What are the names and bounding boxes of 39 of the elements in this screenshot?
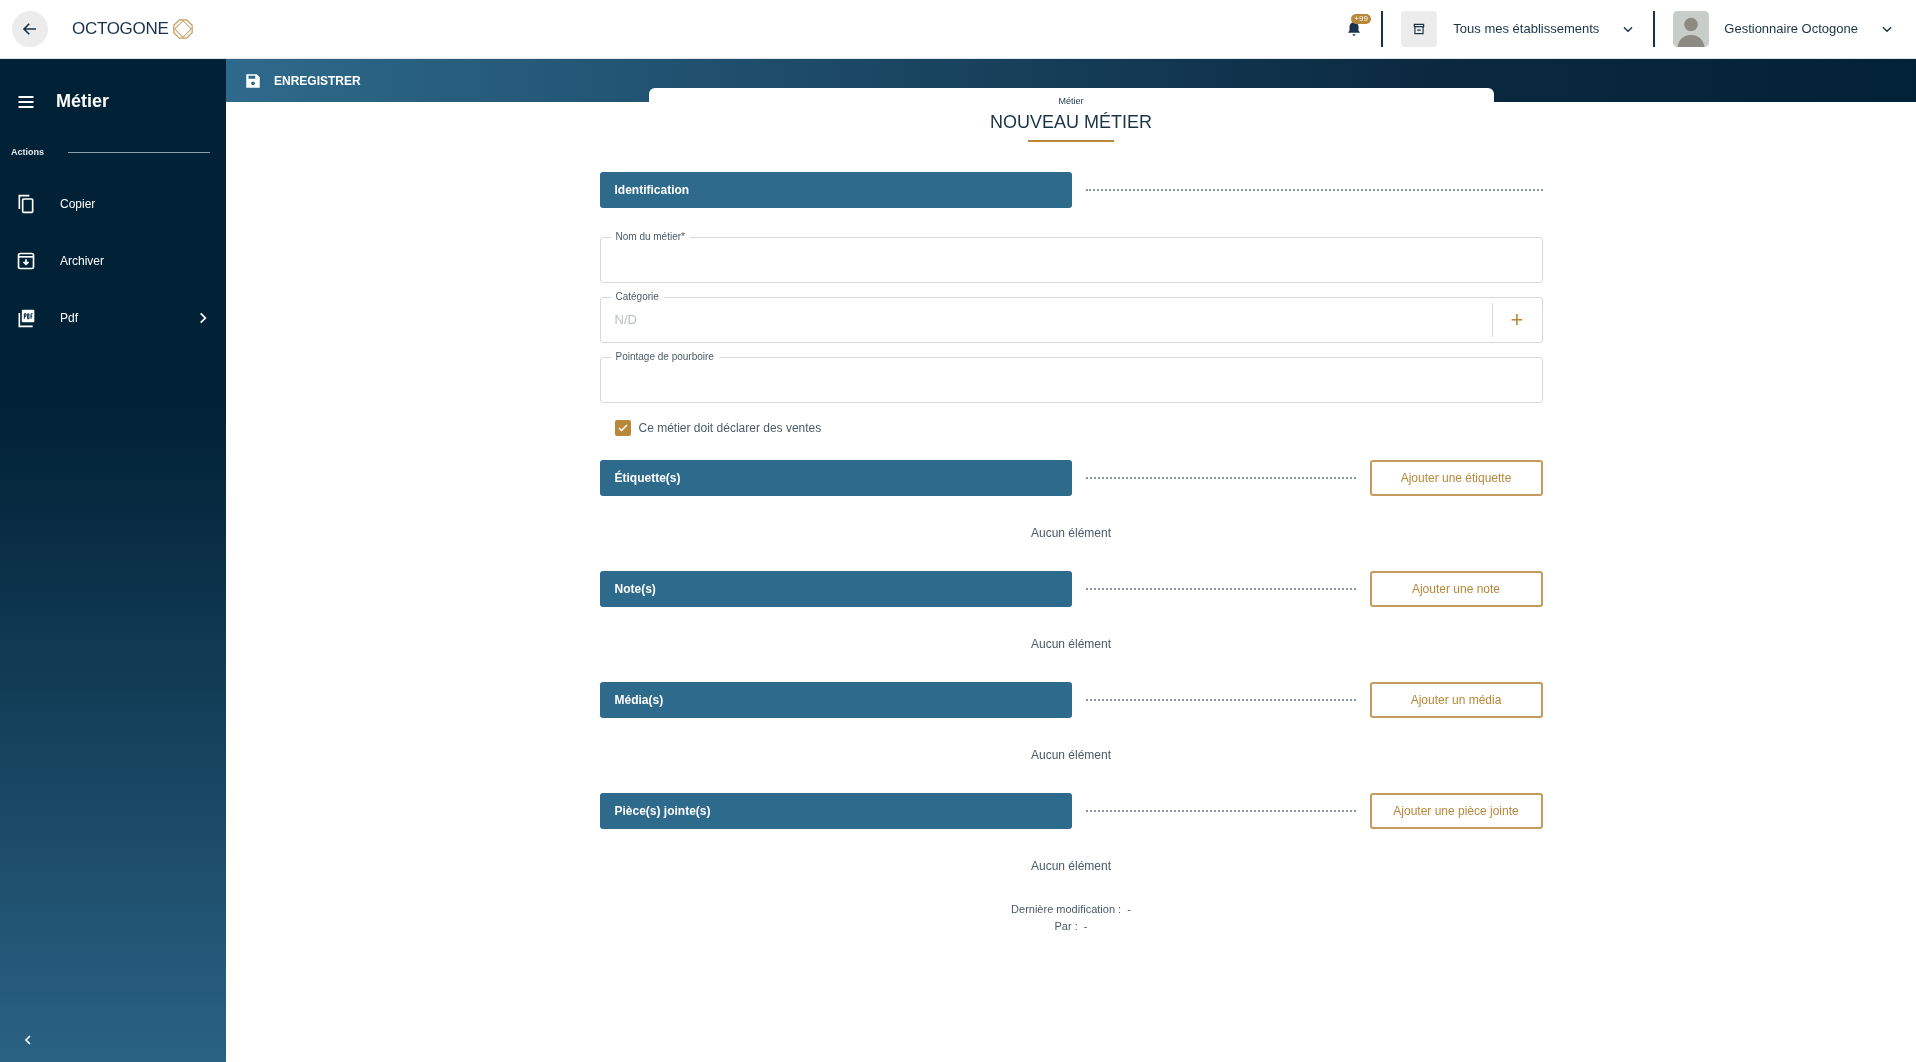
form-subtitle: Métier: [1058, 95, 1084, 108]
empty-message: Aucun élément: [1030, 747, 1112, 764]
field-label: Catégorie: [610, 290, 664, 303]
sidebar-title: Métier: [56, 90, 109, 113]
section-header: Média(s): [599, 681, 1072, 718]
collapse-chevron-icon[interactable]: [22, 1034, 34, 1046]
notification-badge: +99: [1351, 14, 1371, 24]
empty-message: Aucun élément: [1030, 858, 1112, 875]
field-label: Pointage de pourboire: [610, 350, 719, 363]
save-button[interactable]: ENREGISTRER: [244, 71, 361, 90]
avatar-icon: [1673, 11, 1710, 47]
form-title: NOUVEAU MÉTIER: [990, 110, 1152, 134]
pdf-document-icon: [16, 308, 36, 328]
back-button[interactable]: [12, 11, 48, 47]
store-icon: [1412, 22, 1427, 36]
section-header: Identification: [599, 171, 1072, 208]
empty-message: Aucun élément: [1030, 525, 1112, 542]
section-header: Étiquette(s): [599, 459, 1072, 496]
section-label: Actions: [11, 146, 44, 159]
section-header: Pièce(s) jointe(s): [599, 792, 1072, 829]
empty-message: Aucun élément: [1030, 636, 1112, 653]
establishment-dropdown[interactable]: Tous mes établissements: [1453, 19, 1600, 39]
modified-by-text: Par : -: [1054, 918, 1088, 934]
checkbox[interactable]: [614, 419, 631, 436]
sidebar-item[interactable]: Copier: [16, 175, 210, 233]
section-header: Note(s): [599, 570, 1072, 607]
last-modified-text: Dernière modification : -: [1011, 901, 1131, 917]
copy-icon: [16, 194, 36, 214]
field-label: Nom du métier*: [610, 230, 690, 243]
store-button[interactable]: [1401, 11, 1438, 47]
checkmark-icon: [616, 421, 629, 434]
sidebar-item[interactable]: Pdf: [16, 289, 210, 347]
octagon-logo-icon: [172, 18, 195, 40]
back-arrow-icon: [21, 20, 39, 38]
archive-icon: [16, 251, 36, 271]
sidebar-item[interactable]: Archiver: [16, 232, 210, 290]
logo-text: OCTOGONE: [72, 18, 169, 41]
user-name[interactable]: Gestionnaire Octogone: [1724, 19, 1858, 39]
checkbox-label: Ce métier doit déclarer des ventes: [638, 419, 822, 437]
